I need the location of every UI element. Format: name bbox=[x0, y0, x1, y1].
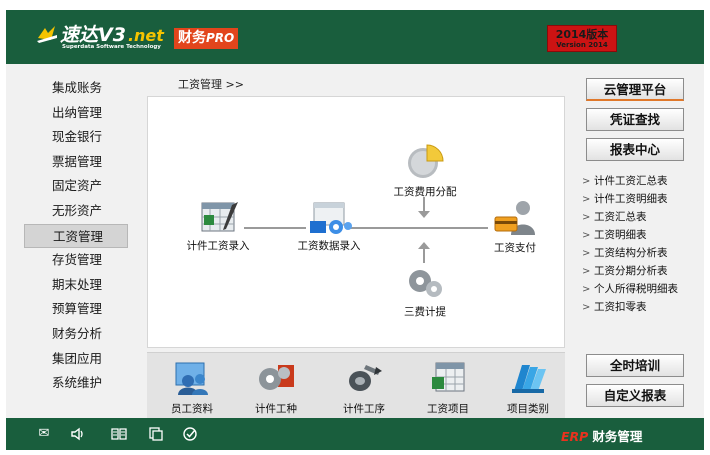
product-badge: 财务PRO bbox=[174, 28, 239, 49]
report-item[interactable]: > 计件工资明细表 bbox=[582, 190, 678, 208]
arrow-up-icon bbox=[418, 242, 430, 249]
gears-icon bbox=[409, 270, 442, 297]
flow-node-wage-cost-allocation[interactable]: 工资费用分配 bbox=[380, 141, 470, 199]
report-item[interactable]: > 个人所得税明细表 bbox=[582, 280, 678, 298]
sidebar-item-group-apps[interactable]: 集团应用 bbox=[24, 347, 128, 372]
tool-item-categories[interactable]: 项目类别 bbox=[503, 361, 553, 416]
training-button[interactable]: 全时培训 bbox=[586, 354, 684, 377]
chevron-right-icon: > bbox=[582, 230, 591, 241]
sidebar-item-payroll[interactable]: 工资管理 bbox=[24, 223, 128, 249]
report-center-button[interactable]: 报表中心 bbox=[586, 138, 684, 161]
tool-employee-info[interactable]: 员工资料 bbox=[167, 361, 217, 416]
payment-person-icon bbox=[494, 201, 535, 235]
sidebar-item-integrated-accounting[interactable]: 集成账务 bbox=[24, 76, 128, 101]
sidebar-item-system-maintenance[interactable]: 系统维护 bbox=[24, 371, 128, 396]
data-entry-icon bbox=[310, 202, 352, 234]
sidebar-item-inventory[interactable]: 存货管理 bbox=[24, 248, 128, 273]
report-item[interactable]: > 工资分期分析表 bbox=[582, 262, 678, 280]
chevron-right-icon: > bbox=[582, 248, 591, 259]
copy-icon[interactable] bbox=[148, 426, 164, 442]
chevron-right-icon: > bbox=[582, 284, 591, 295]
breadcrumb: 工资管理 >> bbox=[178, 78, 244, 91]
sidebar-item-financial-analysis[interactable]: 财务分析 bbox=[24, 322, 128, 347]
report-item[interactable]: > 工资结构分析表 bbox=[582, 244, 678, 262]
report-list: > 计件工资汇总表 > 计件工资明细表 > 工资汇总表 > 工资明细表 > 工资结构分析表… bbox=[582, 172, 678, 316]
footer-bar: ✉ ERP 财务管理 bbox=[6, 418, 704, 450]
flow-node-wage-data-entry[interactable]: 工资数据录入 bbox=[288, 201, 370, 253]
chevron-right-icon: > bbox=[582, 266, 591, 277]
folders-icon bbox=[512, 365, 546, 393]
cloud-management-button[interactable]: 云管理平台 bbox=[586, 78, 684, 101]
report-item[interactable]: > 计件工资汇总表 bbox=[582, 172, 678, 190]
sidebar-item-fixed-assets[interactable]: 固定资产 bbox=[24, 174, 128, 199]
report-item[interactable]: > 工资扣零表 bbox=[582, 298, 678, 316]
speaker-icon[interactable] bbox=[70, 426, 86, 442]
version-badge: 2014版本 Version 2014 bbox=[547, 25, 617, 52]
spreadsheet-pen-icon bbox=[201, 202, 238, 232]
logo-mark-icon bbox=[37, 26, 57, 43]
voucher-search-button[interactable]: 凭证查找 bbox=[586, 108, 684, 131]
erp-label: ERP 财务管理 bbox=[561, 429, 643, 444]
sidebar-item-bills[interactable]: 票据管理 bbox=[24, 150, 128, 175]
spreadsheet-icon bbox=[432, 362, 465, 392]
tool-piece-work-type[interactable]: 计件工种 bbox=[251, 361, 301, 416]
app-window: 速达V3 .net Superdata Software Technology 财… bbox=[6, 10, 704, 450]
chevron-right-icon: > bbox=[582, 302, 591, 313]
report-item[interactable]: > 工资汇总表 bbox=[582, 208, 678, 226]
chevron-right-icon: > bbox=[582, 212, 591, 223]
sidebar-item-budget[interactable]: 预算管理 bbox=[24, 297, 128, 322]
arrow-down-icon bbox=[418, 211, 430, 218]
tool-wage-items[interactable]: 工资项目 bbox=[423, 361, 473, 416]
flow-canvas: 计件工资录入 工资数据录入 工资费用分配 工资支付 三费计提 bbox=[147, 96, 565, 348]
logo-title: 速达V3 .net bbox=[60, 24, 164, 46]
sidebar-item-cash-bank[interactable]: 现金银行 bbox=[24, 125, 128, 150]
tool-piece-work-process[interactable]: 计件工序 bbox=[339, 361, 389, 416]
flow-node-piece-wage-entry[interactable]: 计件工资录入 bbox=[178, 201, 258, 253]
header-bar: 速达V3 .net Superdata Software Technology 财… bbox=[6, 10, 704, 64]
flow-node-wage-payment[interactable]: 工资支付 bbox=[480, 199, 550, 255]
logo-subtitle: Superdata Software Technology bbox=[62, 44, 161, 50]
pie-chart-icon bbox=[408, 144, 444, 178]
employees-icon bbox=[175, 362, 208, 395]
basic-data-toolbar: 员工资料 计件工种 计件工序 工资项目 项目类别 bbox=[147, 352, 565, 418]
chevron-right-icon: > bbox=[582, 176, 591, 187]
sidebar-nav: 集成账务 出纳管理 现金银行 票据管理 固定资产 无形资产 工资管理 存货管理 … bbox=[24, 76, 128, 396]
flow-node-three-fee-accrual[interactable]: 三费计提 bbox=[380, 265, 470, 319]
report-item[interactable]: > 工资明细表 bbox=[582, 226, 678, 244]
sidebar-item-cashier[interactable]: 出纳管理 bbox=[24, 101, 128, 126]
sidebar-item-intangible-assets[interactable]: 无形资产 bbox=[24, 199, 128, 224]
gears-icon bbox=[259, 365, 294, 390]
flow-line-accrual-up bbox=[423, 247, 425, 263]
custom-report-button[interactable]: 自定义报表 bbox=[586, 384, 684, 407]
process-icon bbox=[349, 365, 382, 391]
chevron-right-icon: > bbox=[582, 194, 591, 205]
check-icon[interactable] bbox=[182, 426, 198, 442]
book-icon[interactable] bbox=[110, 426, 127, 442]
sidebar-item-period-end[interactable]: 期末处理 bbox=[24, 273, 128, 298]
mail-icon[interactable]: ✉ bbox=[36, 426, 52, 442]
